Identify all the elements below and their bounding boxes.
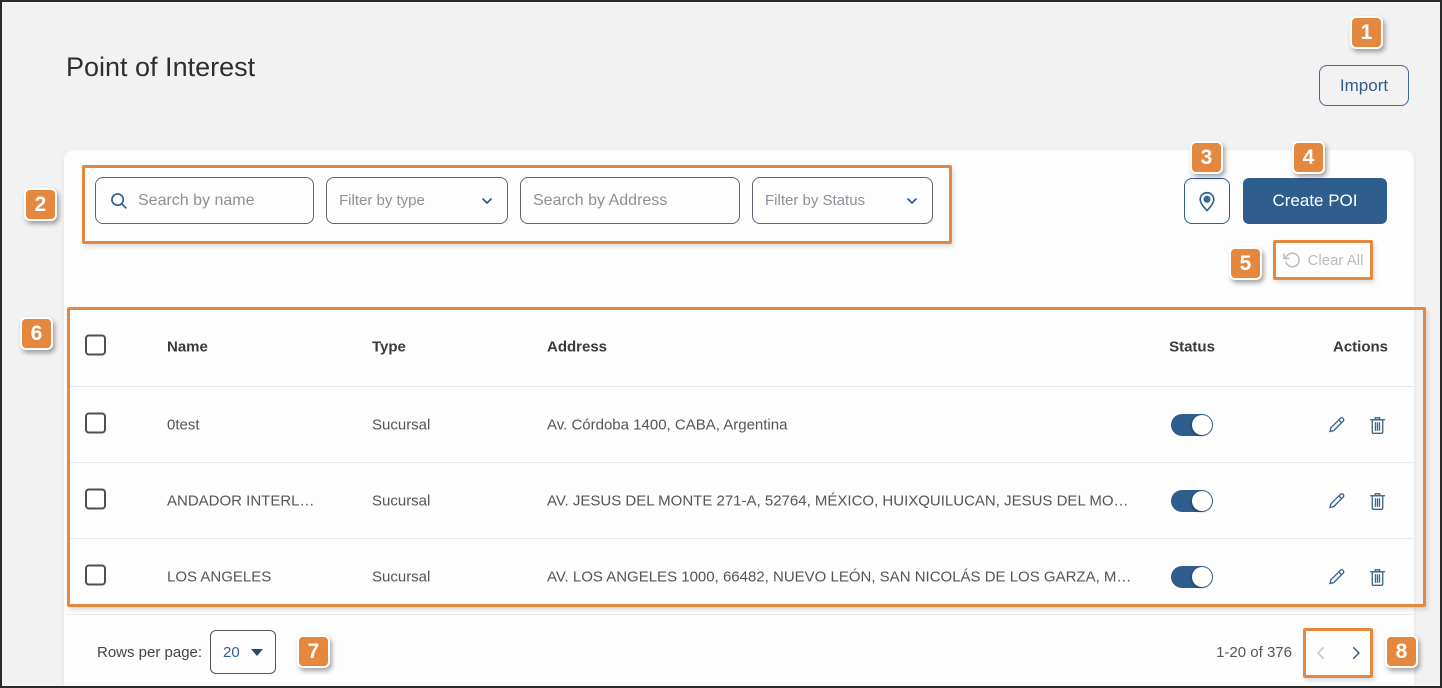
select-all-checkbox[interactable] [85,334,106,355]
create-poi-button[interactable]: Create POI [1243,178,1387,224]
annotation-badge-7: 7 [297,635,330,668]
row-checkbox[interactable] [85,412,106,433]
table-header: Name Type Address Status Actions [67,307,1414,387]
status-toggle[interactable] [1171,490,1213,512]
row-type: Sucursal [372,416,430,433]
annotation-box-clear-all [1273,240,1373,280]
map-view-button[interactable] [1184,178,1230,224]
type-filter-select[interactable]: Filter by type [326,177,508,224]
search-name-field[interactable] [95,177,314,224]
status-toggle[interactable] [1171,566,1213,588]
row-checkbox[interactable] [85,564,106,585]
import-button[interactable]: Import [1319,65,1409,106]
status-filter-value: Filter by Status [765,192,896,209]
row-type: Sucursal [372,568,430,585]
column-header-type: Type [372,338,406,355]
status-filter-select[interactable]: Filter by Status [752,177,933,224]
delete-icon[interactable] [1367,566,1388,587]
page: Point of Interest Import Filter by type … [0,0,1442,688]
search-icon [108,190,130,212]
annotation-badge-6: 6 [20,317,53,350]
annotation-badge-5: 5 [1229,247,1262,280]
edit-icon[interactable] [1326,490,1347,511]
edit-icon[interactable] [1326,566,1347,587]
row-address: Av. Córdoba 1400, CABA, Argentina [547,416,787,433]
caret-down-icon [251,649,263,656]
pagination-range: 1-20 of 376 [1182,644,1292,661]
chevron-down-icon [479,193,495,209]
edit-icon[interactable] [1326,414,1347,435]
row-name: ANDADOR INTERL… [167,492,315,509]
column-header-address: Address [547,338,607,355]
search-address-input[interactable] [533,192,727,210]
row-name: LOS ANGELES [167,568,271,585]
annotation-box-pagination [1303,628,1373,678]
table-row: ANDADOR INTERL… Sucursal AV. JESUS DEL M… [67,463,1414,539]
page-title: Point of Interest [66,52,255,83]
row-name: 0test [167,416,200,433]
delete-icon[interactable] [1367,490,1388,511]
type-filter-value: Filter by type [339,192,471,209]
annotation-badge-2: 2 [24,188,57,221]
rows-per-page-label: Rows per page: [97,644,202,661]
annotation-badge-4: 4 [1292,141,1325,174]
row-checkbox[interactable] [85,488,106,509]
rows-per-page-select[interactable]: 20 [210,630,276,674]
row-address: AV. LOS ANGELES 1000, 66482, NUEVO LEÓN,… [547,568,1131,585]
column-header-name: Name [167,338,208,355]
search-address-field[interactable] [520,177,740,224]
table-row: 0test Sucursal Av. Córdoba 1400, CABA, A… [67,387,1414,463]
row-address: AV. JESUS DEL MONTE 271-A, 52764, MÉXICO… [547,492,1129,509]
rows-per-page-value: 20 [223,644,240,661]
annotation-badge-3: 3 [1190,141,1223,174]
search-name-input[interactable] [138,192,301,210]
row-type: Sucursal [372,492,430,509]
column-header-status: Status [1137,338,1247,355]
annotation-badge-1: 1 [1350,16,1383,49]
location-pin-icon [1195,189,1219,213]
table-row: LOS ANGELES Sucursal AV. LOS ANGELES 100… [67,539,1414,615]
column-header-actions: Actions [1333,338,1388,355]
delete-icon[interactable] [1367,414,1388,435]
chevron-down-icon [904,193,920,209]
status-toggle[interactable] [1171,414,1213,436]
annotation-badge-8: 8 [1385,635,1418,668]
